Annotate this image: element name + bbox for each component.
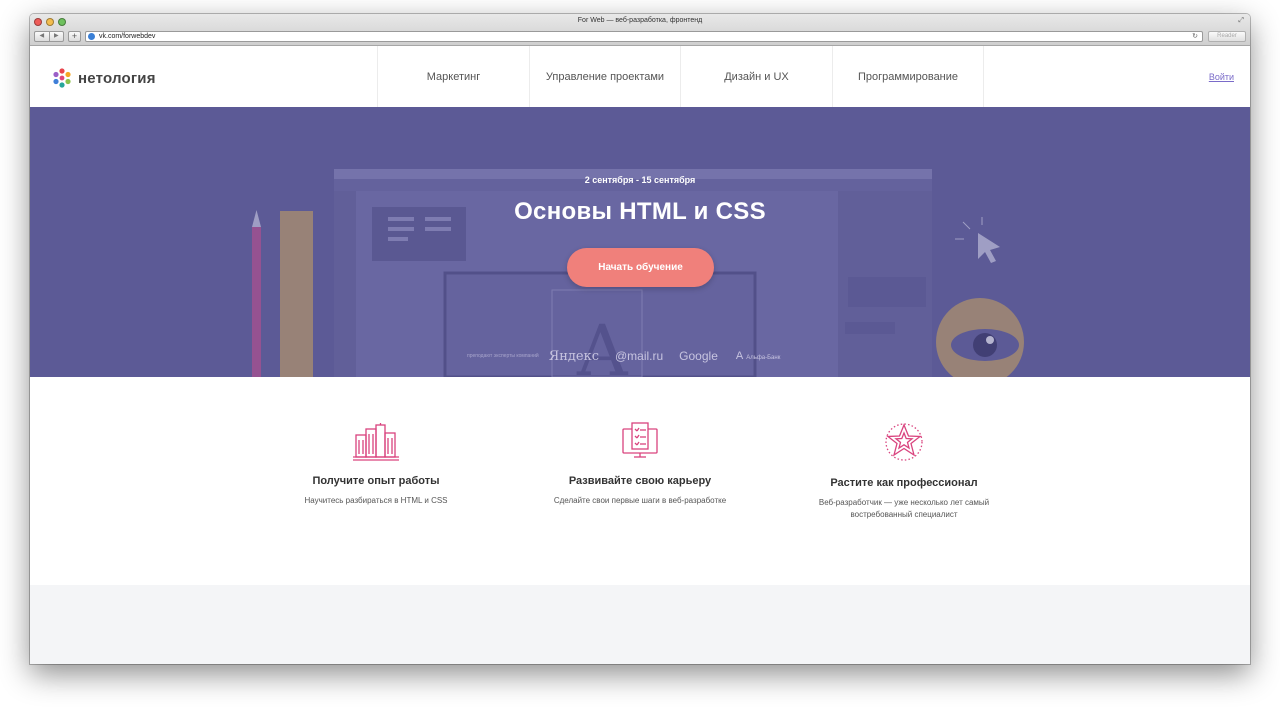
globe-icon [88, 33, 95, 40]
feature-description: Веб-разработчик — уже несколько лет самы… [818, 498, 990, 519]
feature-title: Растите как профессионал [830, 477, 978, 489]
feature-description: Научитесь разбираться в HTML и CSS [304, 496, 448, 505]
monitor-checklist-icon [622, 422, 658, 458]
feature-experience: Получите опыт работы Научитесь разбирать… [276, 377, 476, 507]
menu-item-design-ux[interactable]: Дизайн и UX [680, 46, 832, 107]
login-link[interactable]: Войти [1209, 72, 1234, 82]
add-bookmark-button[interactable]: + [68, 31, 81, 42]
browser-titlebar: For Web — веб-разработка, фронтенд ⤢ ◀ ▶… [30, 14, 1250, 46]
pencil-illustration [252, 227, 261, 377]
start-learning-button[interactable]: Начать обучение [567, 248, 714, 287]
next-section-band [30, 585, 1250, 664]
reload-icon[interactable]: ↻ [1192, 32, 1198, 41]
partner-yandex: Яндекс [548, 348, 599, 364]
logo-text: нетология [78, 69, 156, 87]
logo-flower-icon [53, 68, 71, 88]
menu-item-marketing[interactable]: Маркетинг [377, 46, 529, 107]
feature-professional: Растите как профессионал Веб-разработчик… [804, 377, 1004, 521]
features-section: Получите опыт работы Научитесь разбирать… [30, 377, 1250, 585]
logo[interactable]: нетология [52, 68, 156, 88]
course-dates: 2 сентября - 15 сентября [584, 175, 696, 185]
address-bar-url: vk.com/forwebdev [99, 33, 156, 40]
menu-item-project-management[interactable]: Управление проектами [529, 46, 680, 107]
main-menu: Маркетинг Управление проектами Дизайн и … [377, 46, 984, 107]
feature-title: Развивайте свою карьеру [568, 475, 712, 487]
forward-icon[interactable]: ▶ [50, 32, 64, 41]
hero-banner: A 2 сентября - 15 сентября Основы HTML и… [30, 107, 1250, 377]
star-badge-icon [885, 423, 923, 461]
history-nav: ◀ ▶ [34, 31, 64, 42]
partners-strip: преподают эксперты компаний Яндекс @mail… [467, 348, 780, 364]
fullscreen-icon[interactable]: ⤢ [1238, 17, 1244, 25]
partners-lead: преподают эксперты компаний [467, 353, 539, 359]
browser-window: For Web — веб-разработка, фронтенд ⤢ ◀ ▶… [30, 14, 1250, 664]
site-header: нетология Маркетинг Управление проектами… [30, 46, 1250, 107]
menu-item-programming[interactable]: Программирование [832, 46, 984, 107]
svg-text:A: A [576, 310, 629, 377]
feature-career: Развивайте свою карьеру Сделайте свои пе… [540, 377, 740, 507]
back-icon[interactable]: ◀ [35, 32, 50, 41]
partner-alfabank: A Альфа-Банк [735, 350, 781, 362]
hero-illustration: A [252, 169, 1024, 377]
window-title: For Web — веб-разработка, фронтенд [577, 17, 703, 24]
address-bar[interactable]: vk.com/forwebdev ↻ [85, 31, 1203, 42]
course-title: Основы HTML и CSS [514, 198, 766, 225]
buildings-icon [353, 423, 399, 461]
feature-title: Получите опыт работы [312, 475, 440, 487]
ruler-illustration [280, 211, 313, 377]
partner-google: Google [679, 349, 718, 363]
partner-mailru: @mail.ru [614, 349, 664, 363]
reader-button[interactable]: Reader [1208, 31, 1246, 42]
feature-description: Сделайте свои первые шаги в веб-разработ… [553, 496, 727, 505]
